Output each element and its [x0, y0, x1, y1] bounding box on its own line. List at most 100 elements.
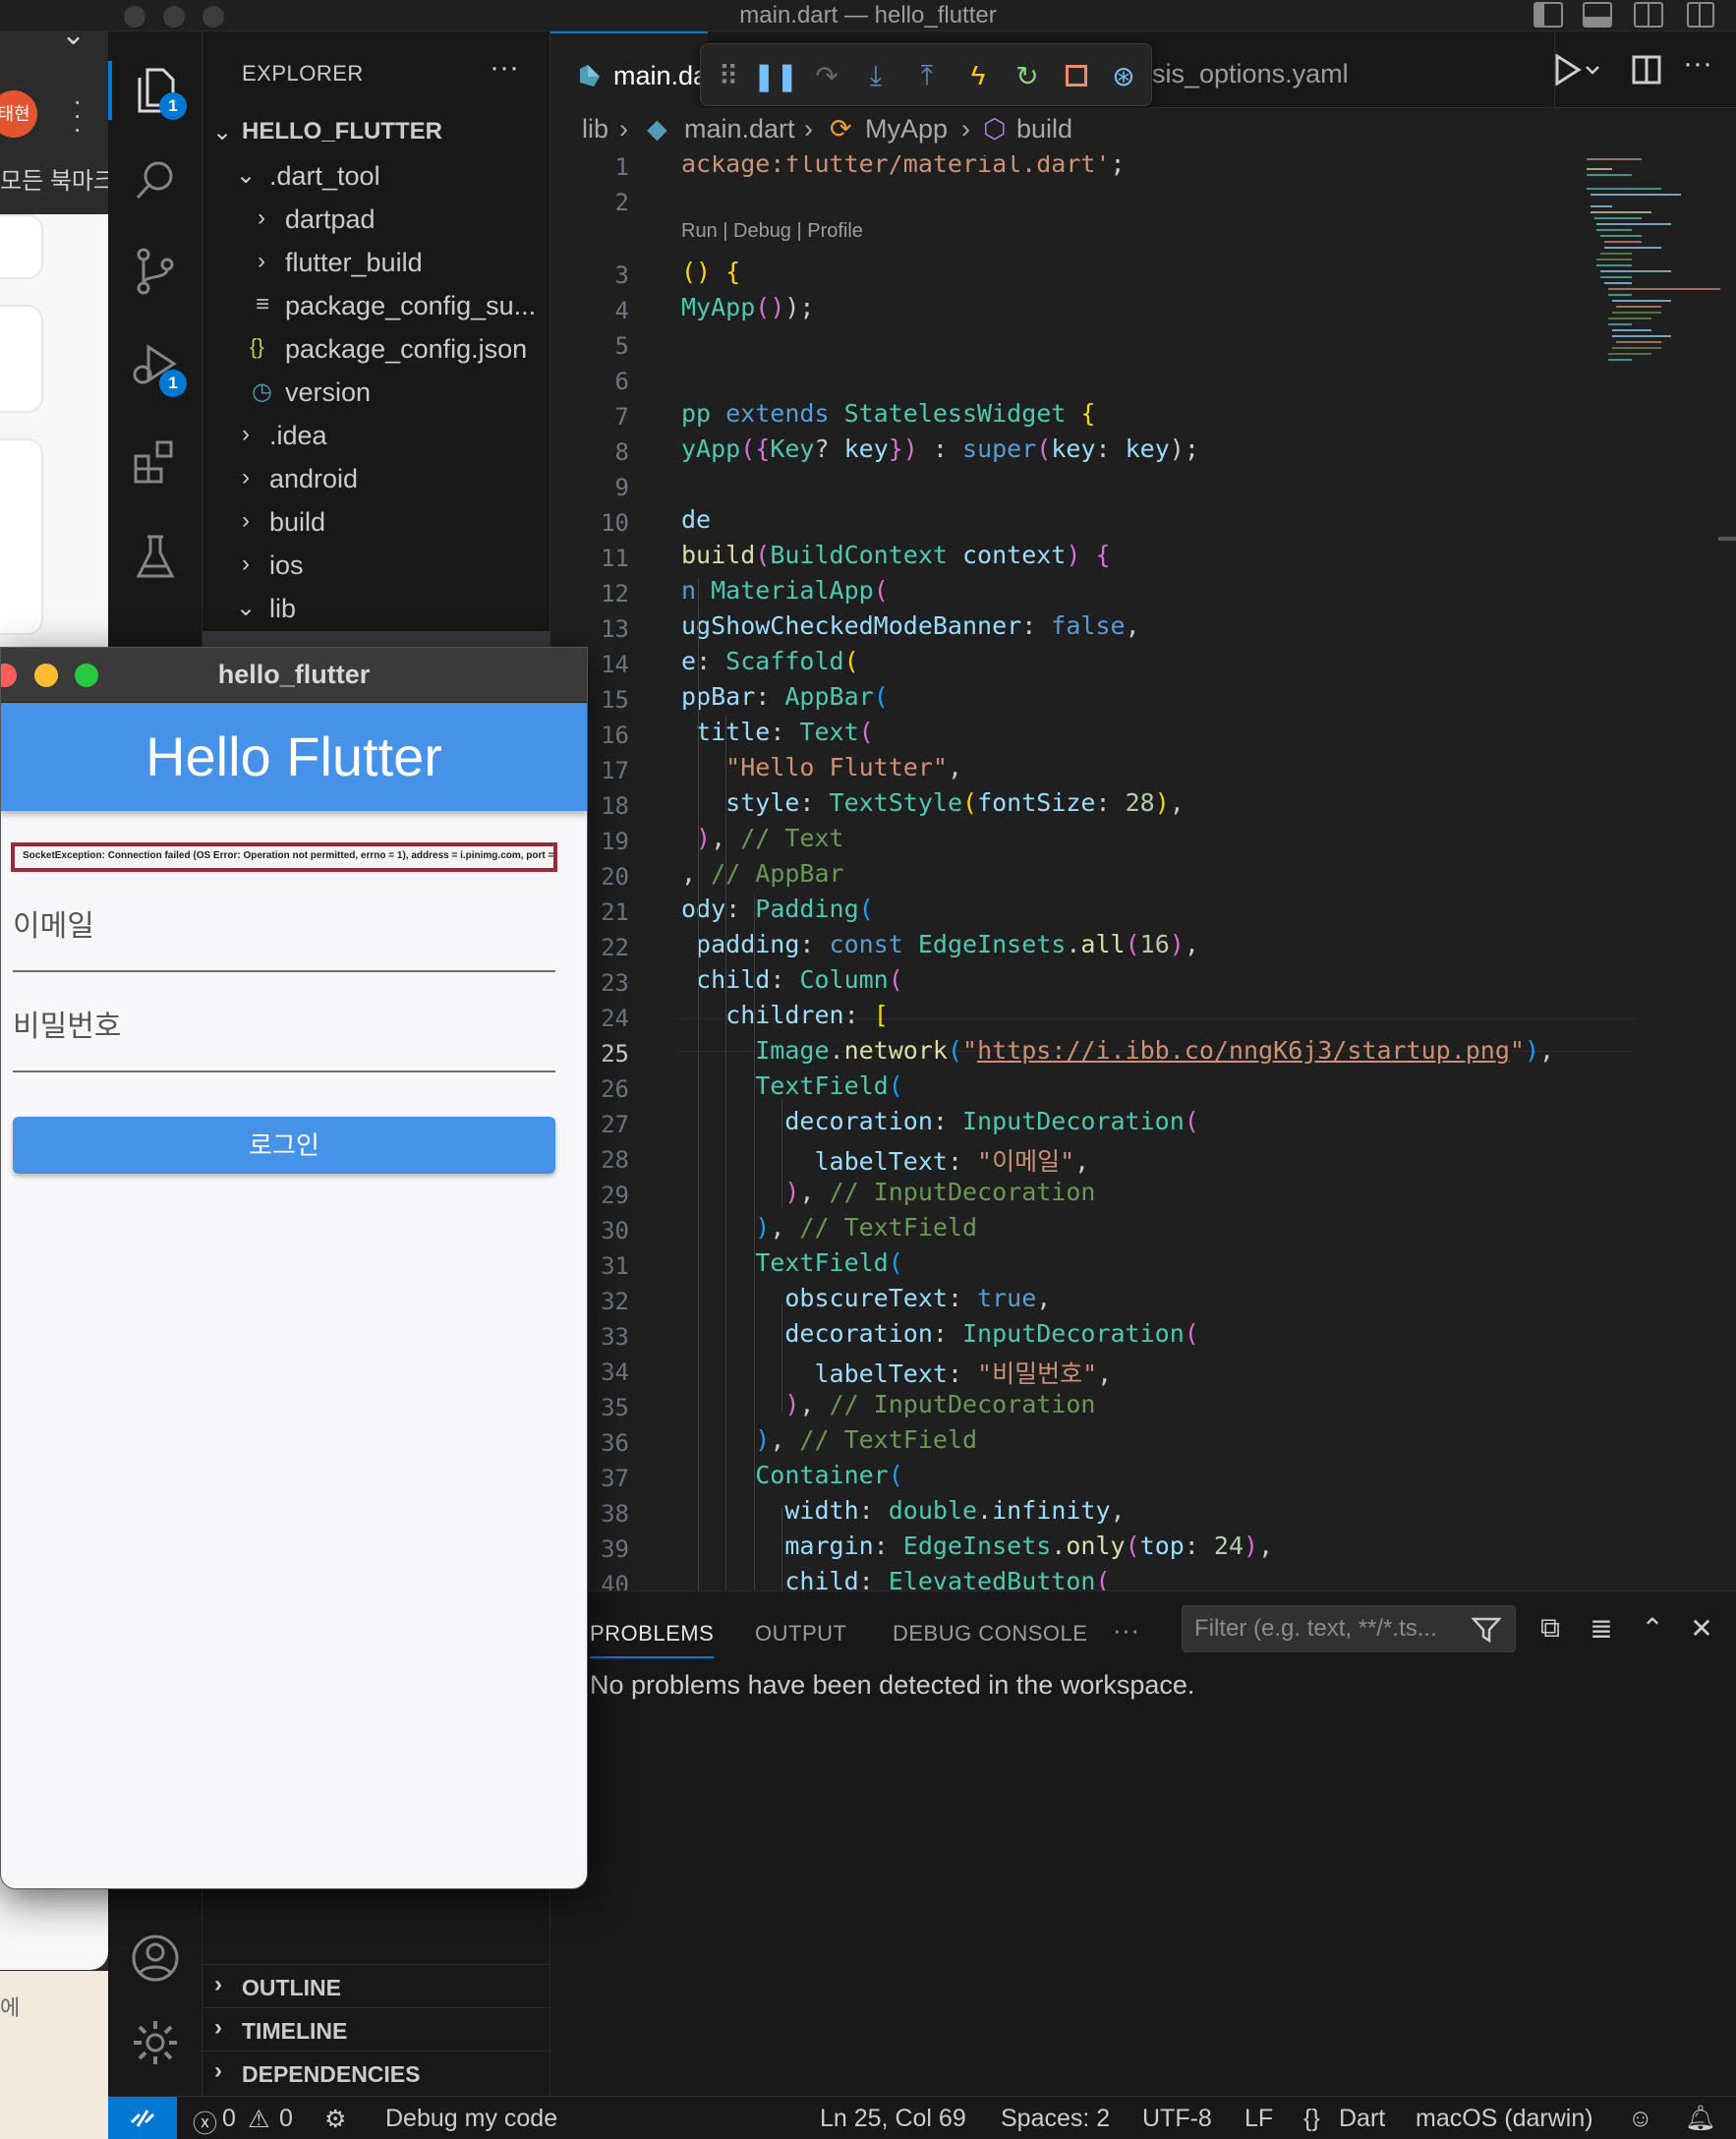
code-token: {: [725, 258, 741, 286]
step-out-icon[interactable]: ⤒: [907, 56, 947, 95]
error-count[interactable]: 0: [222, 2105, 236, 2133]
source-control-icon[interactable]: [108, 232, 203, 311]
step-over-icon[interactable]: ↷: [807, 56, 846, 95]
code-token: key: [843, 434, 889, 463]
stop-icon[interactable]: [1057, 56, 1096, 95]
device-platform[interactable]: macOS (darwin): [1416, 2105, 1593, 2133]
collapse-all-icon[interactable]: ⧉: [1533, 1611, 1567, 1645]
restart-icon[interactable]: ↻: [1008, 56, 1047, 95]
minimap[interactable]: [1583, 155, 1730, 372]
pause-icon[interactable]: ❚❚: [753, 56, 799, 95]
error-icon[interactable]: ⓧ: [193, 2105, 217, 2139]
close-panel-icon[interactable]: ✕: [1685, 1611, 1718, 1645]
code-token: ,: [1539, 1036, 1555, 1065]
tree-item-dartpad[interactable]: › dartpad: [203, 199, 550, 242]
tree-item-idea[interactable]: › .idea: [203, 415, 550, 458]
tab-analysis-options[interactable]: sis_options.yaml: [1152, 31, 1555, 108]
code-token: (: [858, 718, 874, 746]
email-label: 이메일: [13, 910, 94, 943]
tree-item-android[interactable]: › android: [203, 458, 550, 501]
more-actions-icon[interactable]: ···: [1683, 47, 1712, 81]
profile-avatar[interactable]: 태현: [0, 90, 37, 138]
indentation[interactable]: Spaces: 2: [1001, 2105, 1110, 2133]
search-icon[interactable]: [108, 142, 203, 220]
tree-item-package-config-summary[interactable]: ≡ package_config_su...: [203, 285, 550, 328]
drag-handle-icon[interactable]: ⠿: [709, 56, 748, 95]
codelens-run-debug-profile[interactable]: Run | Debug | Profile: [681, 220, 863, 243]
chevron-right-icon: ›: [258, 248, 265, 274]
toggle-panel-icon[interactable]: [1583, 2, 1612, 28]
code-editor[interactable]: Run | Debug | Profile 1 2 3 4 5 6 7 8 9 10 11 12 13 1…: [550, 155, 1736, 1590]
feedback-icon[interactable]: ☺: [1628, 2105, 1653, 2133]
language-mode[interactable]: Dart: [1339, 2105, 1385, 2133]
notifications-bell-icon[interactable]: 🔔︎: [1685, 2105, 1716, 2133]
tab-output[interactable]: OUTPUT: [755, 1621, 846, 1647]
file-encoding[interactable]: UTF-8: [1142, 2105, 1212, 2133]
explorer-badge: 1: [159, 92, 187, 120]
split-editor-icon[interactable]: [1632, 55, 1661, 85]
remote-indicator-icon[interactable]: [108, 2097, 177, 2139]
login-button[interactable]: 로그인: [13, 1117, 555, 1174]
devtools-search-icon[interactable]: ⊛: [1104, 56, 1143, 95]
project-root[interactable]: ⌄ HELLO_FLUTTER: [203, 112, 550, 155]
run-and-debug-icon[interactable]: 1: [108, 326, 203, 405]
extensions-icon[interactable]: [108, 423, 203, 501]
explorer-more-actions[interactable]: ···: [490, 51, 519, 85]
view-as-tree-icon[interactable]: ≣: [1585, 1611, 1618, 1645]
settings-gear-icon[interactable]: [108, 2003, 203, 2082]
debug-icon[interactable]: ⚙: [324, 2105, 346, 2134]
breadcrumb-method[interactable]: build: [1016, 114, 1072, 145]
explorer-icon[interactable]: 1: [108, 51, 203, 130]
problems-message: No problems have been detected in the wo…: [590, 1670, 1195, 1700]
code-token: Text: [799, 718, 859, 746]
tree-item-lib[interactable]: ⌄ lib: [203, 588, 550, 631]
run-icon[interactable]: [1553, 53, 1602, 87]
testing-icon[interactable]: [108, 517, 203, 596]
warning-count[interactable]: 0: [279, 2105, 293, 2133]
code-token: TextField: [681, 1248, 889, 1277]
tree-item-dart-tool[interactable]: ⌄ .dart_tool: [203, 155, 550, 199]
code-token: (: [1036, 434, 1052, 463]
customize-layout-icon[interactable]: [1687, 2, 1714, 28]
tab-problems[interactable]: PROBLEMS: [590, 1621, 715, 1658]
scrollbar-thumb[interactable]: [1718, 537, 1736, 541]
tree-item-flutter-build[interactable]: › flutter_build: [203, 242, 550, 285]
debug-configuration[interactable]: Debug my code: [385, 2105, 557, 2133]
code-token: ,: [1125, 611, 1140, 640]
toggle-primary-sidebar-icon[interactable]: [1533, 2, 1563, 28]
panel-more-icon[interactable]: ···: [1113, 1615, 1139, 1646]
warning-icon[interactable]: ⚠: [248, 2105, 269, 2134]
end-of-line[interactable]: LF: [1244, 2105, 1273, 2133]
hot-reload-icon[interactable]: ϟ: [958, 56, 998, 95]
section-timeline[interactable]: › TIMELINE: [203, 2007, 550, 2051]
tree-item-version[interactable]: ◷ version: [203, 372, 550, 415]
problems-filter-field[interactable]: [1182, 1605, 1516, 1652]
all-bookmarks-label[interactable]: 모든 북마크: [0, 161, 115, 196]
step-into-icon[interactable]: ⤓: [856, 56, 896, 95]
more-vertical-icon[interactable]: · · ·: [73, 87, 82, 143]
tab-main-dart[interactable]: main.da: [550, 31, 708, 108]
code-token: ,: [1169, 788, 1185, 817]
filter-icon[interactable]: [1472, 1616, 1501, 1644]
breadcrumb-class[interactable]: MyApp: [865, 114, 948, 145]
breadcrumb-file[interactable]: main.dart: [684, 114, 795, 145]
section-dependencies[interactable]: › DEPENDENCIES: [203, 2051, 550, 2094]
tree-item-package-config-json[interactable]: {} package_config.json: [203, 328, 550, 372]
email-field[interactable]: 이메일: [13, 894, 555, 972]
tree-item-build[interactable]: › build: [203, 501, 550, 545]
tab-debug-console[interactable]: DEBUG CONSOLE: [893, 1621, 1087, 1647]
cursor-position[interactable]: Ln 25, Col 69: [820, 2105, 966, 2133]
breadcrumb-lib[interactable]: lib: [582, 114, 608, 145]
code-token: :: [873, 1532, 903, 1560]
password-field[interactable]: 비밀번호: [13, 994, 555, 1072]
code-token: all: [1080, 930, 1126, 958]
tree-item-ios[interactable]: › ios: [203, 545, 550, 588]
accounts-icon[interactable]: [108, 1919, 203, 1997]
debug-toolbar: ⠿ ❚❚ ↷ ⤓ ⤒ ϟ ↻ ⊛: [700, 43, 1152, 106]
line-number: 5: [614, 332, 629, 360]
code-token: e: [681, 647, 697, 675]
maximize-panel-icon[interactable]: ⌃: [1636, 1611, 1669, 1645]
section-outline[interactable]: › OUTLINE: [203, 1964, 550, 2007]
filter-input[interactable]: [1194, 1614, 1460, 1644]
toggle-secondary-sidebar-icon[interactable]: [1634, 2, 1663, 28]
